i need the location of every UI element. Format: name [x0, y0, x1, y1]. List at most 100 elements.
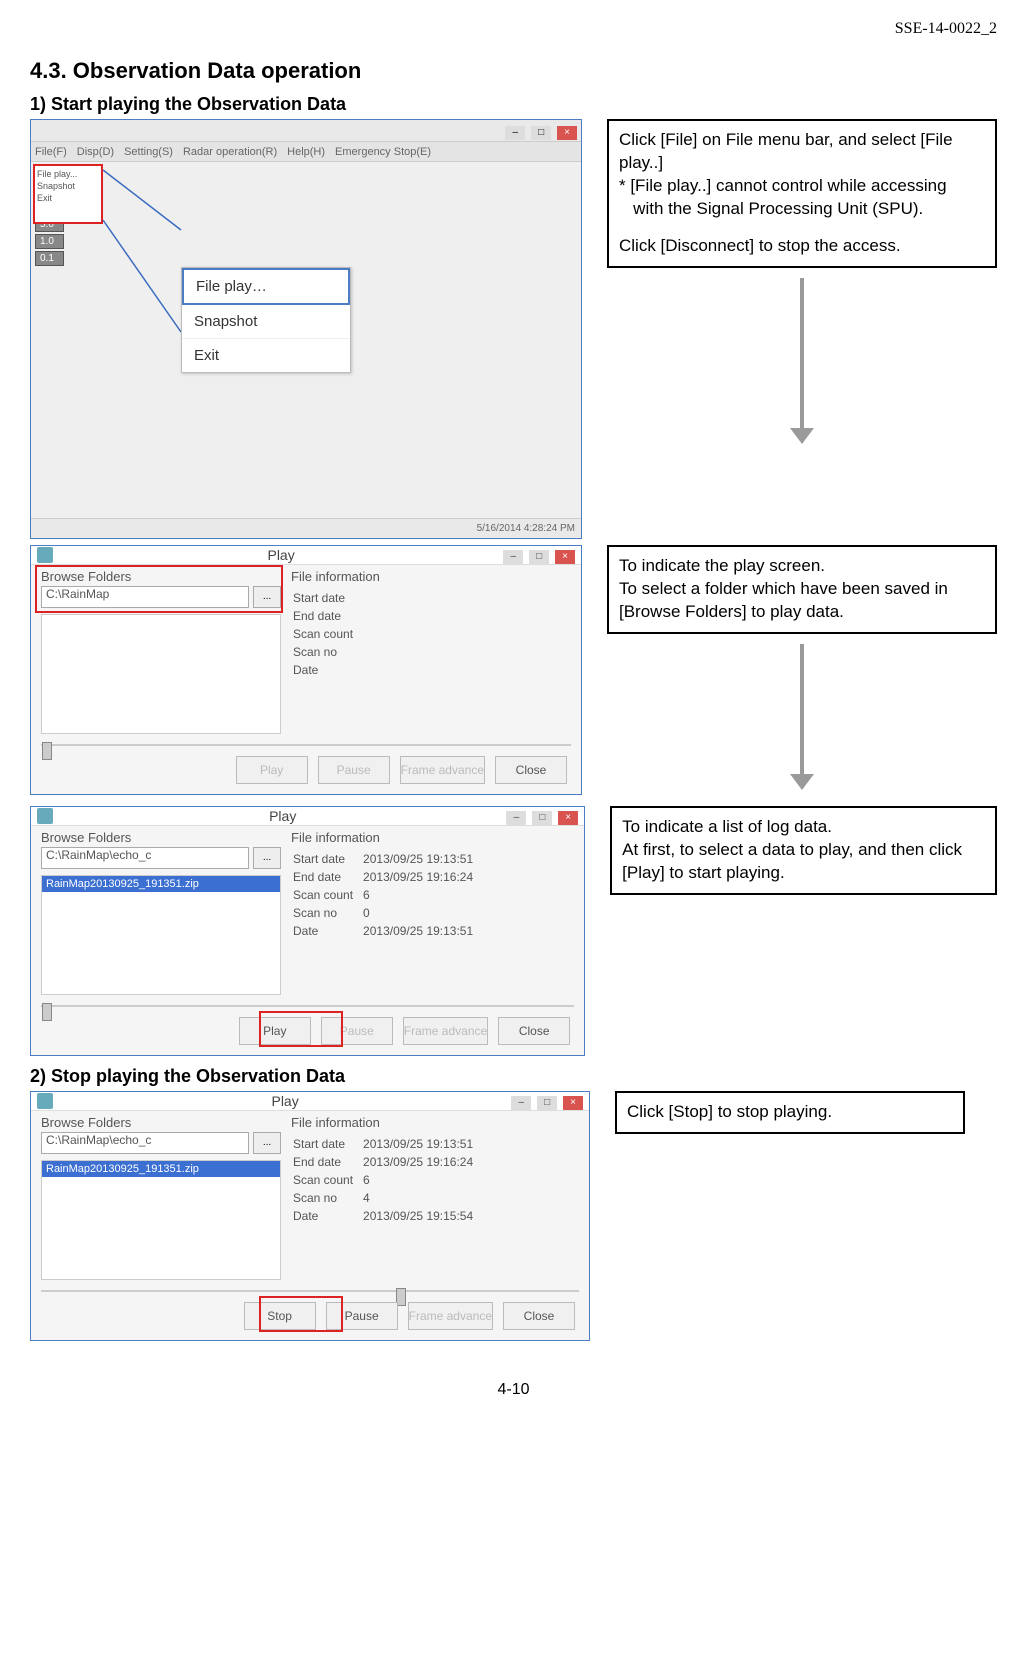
menu-item-file-play[interactable]: File play… — [182, 268, 350, 305]
field-scan-count: Scan count — [293, 887, 361, 903]
field-end-date: End date — [293, 869, 361, 885]
value-date: 2013/09/25 19:13:51 — [363, 923, 481, 939]
menu-disp[interactable]: Disp(D) — [77, 146, 114, 158]
maximize-icon[interactable]: □ — [529, 550, 549, 564]
playback-slider[interactable] — [41, 744, 571, 746]
close-icon[interactable]: × — [563, 1096, 583, 1110]
browse-folders-label: Browse Folders — [41, 830, 281, 845]
minimize-icon[interactable]: – — [503, 550, 523, 564]
info1-line3: with the Signal Processing Unit (SPU). — [619, 198, 985, 221]
status-bar: 5/16/2014 4:28:24 PM — [31, 518, 581, 538]
minimize-icon[interactable]: – — [505, 126, 525, 140]
frame-advance-button[interactable]: Frame advance — [408, 1302, 493, 1330]
menu-help[interactable]: Help(H) — [287, 146, 325, 158]
field-scan-count: Scan count — [293, 626, 361, 642]
value-scan-no: 4 — [363, 1190, 481, 1206]
dialog-titlebar: Play – □ × — [31, 546, 581, 565]
folder-path-input[interactable]: C:\RainMap\echo_c — [41, 847, 249, 869]
dialog-title: Play — [61, 547, 501, 563]
file-info-table: Start date2013/09/25 19:13:51 End date20… — [291, 849, 483, 941]
app-icon — [37, 1093, 53, 1109]
file-info-table: Start date2013/09/25 19:13:51 End date20… — [291, 1134, 483, 1226]
file-list[interactable] — [41, 614, 281, 734]
arrow-down-1 — [607, 268, 997, 454]
pause-button[interactable]: Pause — [318, 756, 390, 784]
value-end-date: 2013/09/25 19:16:24 — [363, 1154, 481, 1170]
scale-1: 1.0 — [35, 234, 64, 249]
info3-line1: To indicate a list of log data. — [622, 816, 985, 839]
play-button[interactable]: Play — [236, 756, 308, 784]
close-icon[interactable]: × — [558, 811, 578, 825]
browse-button[interactable]: ... — [253, 1132, 281, 1154]
instruction-box-3: To indicate a list of log data. At first… — [610, 806, 997, 895]
menu-item-snapshot[interactable]: Snapshot — [182, 305, 350, 339]
info2-line2: To select a folder which have been saved… — [619, 578, 985, 624]
file-list-item-selected[interactable]: RainMap20130925_191351.zip — [42, 876, 280, 892]
play-button-highlight — [259, 1011, 343, 1047]
instruction-box-2: To indicate the play screen. To select a… — [607, 545, 997, 634]
file-info-label: File information — [291, 569, 571, 584]
folder-path-input[interactable]: C:\RainMap\echo_c — [41, 1132, 249, 1154]
file-list-item-selected[interactable]: RainMap20130925_191351.zip — [42, 1161, 280, 1177]
dialog-title: Play — [61, 808, 504, 824]
field-scan-count: Scan count — [293, 1172, 361, 1188]
small-menu-fileplay: File play... — [37, 168, 99, 180]
frame-advance-button[interactable]: Frame advance — [400, 756, 485, 784]
document-id: SSE-14-0022_2 — [30, 20, 997, 38]
field-date: Date — [293, 662, 361, 678]
field-end-date: End date — [293, 608, 361, 624]
menu-setting[interactable]: Setting(S) — [124, 146, 173, 158]
screenshot-play-dialog-empty: Play – □ × Browse Folders C:\RainMap ... — [30, 545, 582, 795]
file-list[interactable]: RainMap20130925_191351.zip — [41, 875, 281, 995]
maximize-icon[interactable]: □ — [531, 126, 551, 140]
field-end-date: End date — [293, 1154, 361, 1170]
field-date: Date — [293, 1208, 361, 1224]
app-icon — [37, 808, 53, 824]
menu-emergency-stop[interactable]: Emergency Stop(E) — [335, 146, 431, 158]
minimize-icon[interactable]: – — [511, 1096, 531, 1110]
frame-advance-button[interactable]: Frame advance — [403, 1017, 488, 1045]
close-button[interactable]: Close — [503, 1302, 575, 1330]
small-menu-exit: Exit — [37, 192, 99, 204]
menu-bar: File(F) Disp(D) Setting(S) Radar operati… — [31, 142, 581, 162]
slider-thumb[interactable] — [42, 742, 52, 760]
value-start-date: 2013/09/25 19:13:51 — [363, 851, 481, 867]
subsection-1: 1) Start playing the Observation Data — [30, 94, 997, 115]
page-number: 4-10 — [30, 1381, 997, 1399]
close-icon[interactable]: × — [555, 550, 575, 564]
browse-folders-label: Browse Folders — [41, 1115, 281, 1130]
info2-line1: To indicate the play screen. — [619, 555, 985, 578]
minimize-icon[interactable]: – — [506, 811, 526, 825]
file-menu-small-highlight: File play... Snapshot Exit — [33, 164, 103, 224]
value-scan-no: 0 — [363, 905, 481, 921]
file-info-label: File information — [291, 1115, 579, 1130]
small-menu-snapshot: Snapshot — [37, 180, 99, 192]
dialog-title: Play — [61, 1093, 509, 1109]
value-scan-count: 6 — [363, 887, 481, 903]
info1-line1: Click [File] on File menu bar, and selec… — [619, 129, 985, 175]
maximize-icon[interactable]: □ — [532, 811, 552, 825]
value-start-date: 2013/09/25 19:13:51 — [363, 1136, 481, 1152]
window-buttons: – □ × — [503, 122, 577, 140]
close-icon[interactable]: × — [557, 126, 577, 140]
instruction-box-4: Click [Stop] to stop playing. — [615, 1091, 965, 1134]
menu-item-exit[interactable]: Exit — [182, 339, 350, 372]
info4-line1: Click [Stop] to stop playing. — [627, 1101, 953, 1124]
app-icon — [37, 547, 53, 563]
file-info-table: Start date End date Scan count Scan no D… — [291, 588, 373, 680]
browse-button[interactable]: ... — [253, 847, 281, 869]
value-end-date: 2013/09/25 19:16:24 — [363, 869, 481, 885]
menu-file[interactable]: File(F) — [35, 146, 67, 158]
info1-line2: * [File play..] cannot control while acc… — [619, 175, 985, 198]
window-titlebar: – □ × — [31, 120, 581, 142]
file-list[interactable]: RainMap20130925_191351.zip — [41, 1160, 281, 1280]
close-button[interactable]: Close — [495, 756, 567, 784]
file-info-label: File information — [291, 830, 574, 845]
dialog-titlebar: Play – □ × — [31, 807, 584, 826]
maximize-icon[interactable]: □ — [537, 1096, 557, 1110]
section-heading: 4.3. Observation Data operation — [30, 58, 997, 84]
close-button[interactable]: Close — [498, 1017, 570, 1045]
info3-line2: At first, to select a data to play, and … — [622, 839, 985, 885]
menu-radar-operation[interactable]: Radar operation(R) — [183, 146, 277, 158]
value-scan-count: 6 — [363, 1172, 481, 1188]
